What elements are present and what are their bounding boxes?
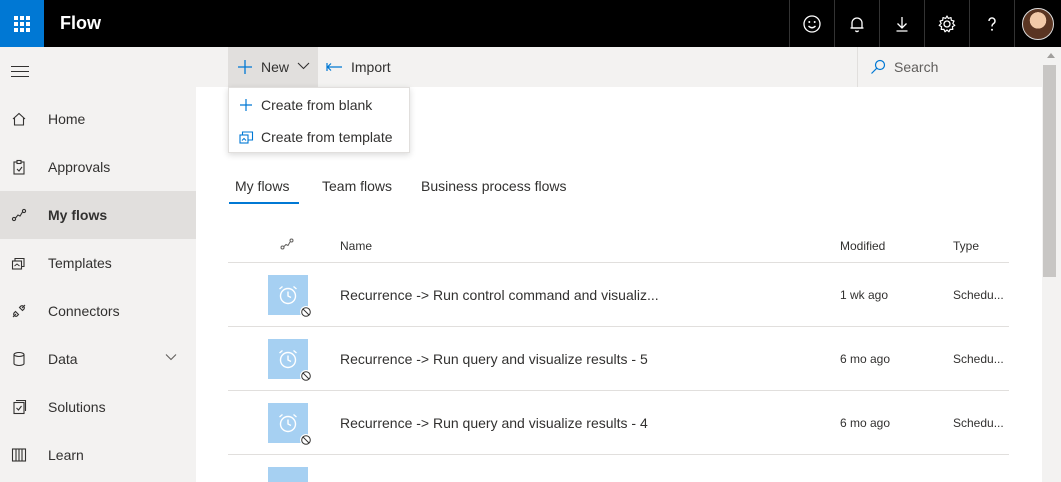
flow-type-icon: [280, 238, 294, 250]
download-icon: [896, 16, 908, 32]
template-icon: [239, 131, 254, 144]
disabled-icon: [300, 370, 312, 382]
flow-type: Schedu...: [953, 416, 1004, 430]
avatar: [1022, 7, 1054, 40]
search-box[interactable]: [857, 47, 1042, 87]
sidebar-item-label: Home: [48, 111, 86, 127]
flow-modified: 1 wk ago: [840, 288, 889, 302]
menu-item-label: Create from template: [261, 129, 393, 145]
sidebar-item-label: My flows: [48, 207, 108, 223]
tab-business-process-flows[interactable]: Business process flows: [421, 178, 567, 205]
sidebar-item-label: Approvals: [48, 159, 111, 175]
plus-icon: [240, 99, 252, 111]
menu-item-create-from-blank[interactable]: Create from blank: [229, 89, 409, 121]
notifications-button[interactable]: [834, 0, 879, 47]
chevron-down-icon: [297, 62, 310, 70]
app-launcher-button[interactable]: [0, 0, 44, 47]
search-icon: [871, 59, 886, 74]
import-icon: [326, 63, 342, 71]
disabled-icon: [300, 434, 312, 446]
column-header-name[interactable]: Name: [340, 239, 372, 253]
active-tab-indicator: [229, 202, 299, 204]
sidebar-item-label: Data: [48, 351, 78, 367]
table-row[interactable]: Recurrence -> Run query and visualize re…: [228, 391, 1009, 455]
sidebar-item-connectors[interactable]: Connectors: [0, 287, 196, 335]
help-icon: [988, 16, 996, 31]
top-bar: Flow: [0, 0, 1061, 47]
sidebar-item-home[interactable]: Home: [0, 95, 196, 143]
table-header: Name Modified Type: [228, 228, 1009, 263]
app-title[interactable]: Flow: [60, 12, 101, 34]
table-row[interactable]: Recurrence -> Run query and visualize re…: [228, 327, 1009, 391]
hamburger-menu-icon[interactable]: [11, 66, 29, 81]
sidebar-item-templates[interactable]: Templates: [0, 239, 196, 287]
import-button[interactable]: Import: [326, 47, 391, 87]
sidebar-item-label: Learn: [48, 447, 84, 463]
flow-modified: 6 mo ago: [840, 416, 891, 430]
settings-button[interactable]: [924, 0, 969, 47]
feedback-button[interactable]: [789, 0, 834, 47]
flow-name[interactable]: Recurrence -> Run query and visualize re…: [340, 351, 648, 367]
left-nav: Home Approvals My flows Templates Connec…: [0, 47, 196, 482]
solutions-icon: [13, 399, 27, 415]
flow-tile: [268, 467, 308, 482]
menu-item-create-from-template[interactable]: Create from template: [229, 121, 409, 153]
flow-name[interactable]: Recurrence -> Run control command and vi…: [340, 287, 659, 303]
learn-icon: [11, 448, 27, 462]
table-row[interactable]: Recurrence -> Run control command and vi…: [228, 263, 1009, 327]
templates-icon: [11, 257, 25, 270]
column-header-type[interactable]: Type: [953, 239, 979, 253]
sidebar-item-approvals[interactable]: Approvals: [0, 143, 196, 191]
scrollbar-thumb[interactable]: [1043, 65, 1056, 277]
flow-name[interactable]: Recurrence -> Run query and visualize re…: [340, 415, 648, 431]
new-dropdown-menu: Create from blank Create from template: [228, 87, 410, 153]
vertical-scrollbar[interactable]: [1042, 47, 1061, 482]
alarm-clock-icon: [279, 413, 297, 433]
download-button[interactable]: [879, 0, 924, 47]
waffle-icon: [14, 15, 30, 32]
tab-team-flows[interactable]: Team flows: [322, 178, 392, 205]
account-button[interactable]: [1014, 0, 1061, 47]
new-button-label: New: [261, 59, 290, 75]
approvals-icon: [13, 159, 25, 175]
home-icon: [12, 112, 26, 126]
gear-icon: [938, 14, 956, 32]
help-button[interactable]: [969, 0, 1014, 47]
sidebar-item-label: Templates: [48, 255, 112, 271]
sidebar-item-label: Solutions: [48, 399, 106, 415]
sidebar-item-my-flows[interactable]: My flows: [0, 191, 196, 239]
sidebar-item-solutions[interactable]: Solutions: [0, 383, 196, 431]
menu-item-label: Create from blank: [261, 97, 373, 113]
flow-type: Schedu...: [953, 288, 1004, 302]
alarm-clock-icon: [279, 285, 297, 305]
smiley-icon: [803, 14, 821, 33]
plus-icon: [238, 60, 252, 74]
import-button-label: Import: [351, 59, 391, 75]
new-button[interactable]: New: [228, 47, 318, 87]
disabled-icon: [300, 306, 312, 318]
column-header-modified[interactable]: Modified: [840, 239, 885, 253]
data-icon: [13, 351, 25, 367]
alarm-clock-icon: [279, 349, 297, 369]
flow-icon: [11, 208, 27, 222]
flow-modified: 6 mo ago: [840, 352, 891, 366]
bell-icon: [850, 16, 864, 32]
tab-my-flows[interactable]: My flows: [235, 178, 289, 205]
sidebar-item-label: Connectors: [48, 303, 120, 319]
scroll-up-arrow-icon[interactable]: [1047, 53, 1055, 58]
chevron-down-icon[interactable]: [165, 353, 177, 361]
sidebar-item-learn[interactable]: Learn: [0, 431, 196, 479]
sidebar-item-data[interactable]: Data: [0, 335, 196, 383]
connectors-icon: [12, 304, 26, 318]
flow-type: Schedu...: [953, 352, 1004, 366]
search-input[interactable]: [894, 59, 1034, 75]
command-bar: New Import: [196, 47, 1042, 87]
